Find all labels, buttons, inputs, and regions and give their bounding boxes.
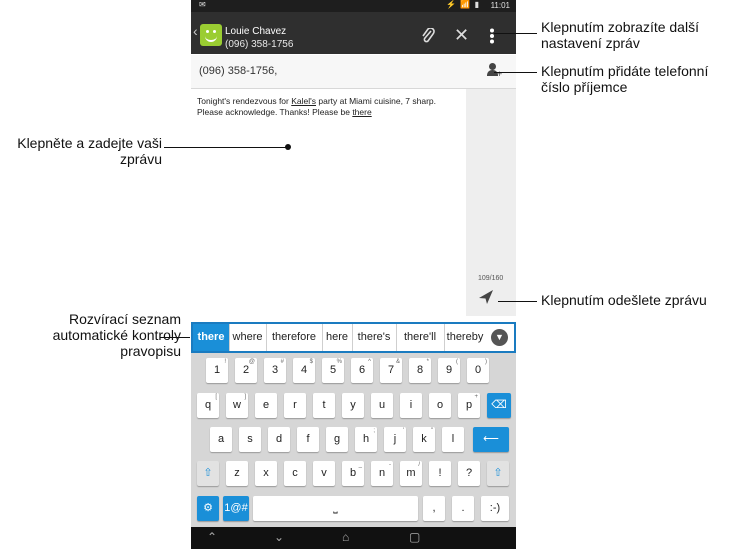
key-z[interactable]: z xyxy=(226,461,248,486)
current-word[interactable]: there xyxy=(352,107,371,117)
suggestion-item[interactable]: thereby xyxy=(444,324,486,351)
key-3[interactable]: 3 # xyxy=(264,358,286,383)
nav-hide-keyboard-icon[interactable]: ⌄ xyxy=(274,530,284,544)
annotation-type-message: Klepněte a zadejte vaši zprávu xyxy=(17,135,162,167)
key-1[interactable]: 1! xyxy=(206,358,228,383)
key-2[interactable]: 2 @ xyxy=(235,358,257,383)
key-i[interactable]: i xyxy=(400,393,422,418)
autocorrect-suggestion-bar: there where therefore here there's there… xyxy=(191,322,516,353)
key-g[interactable]: g xyxy=(326,427,348,452)
recipient-field[interactable]: (096) 358-1756, + xyxy=(191,55,516,89)
contact-name: Louie Chavez xyxy=(225,26,287,37)
contact-avatar-icon[interactable] xyxy=(200,24,222,46)
pointer-dot xyxy=(285,144,291,150)
key-w[interactable]: w] xyxy=(226,393,248,418)
add-recipient-icon[interactable]: + xyxy=(486,63,502,79)
key-![interactable]: ! xyxy=(429,461,451,486)
on-screen-keyboard: 1! 2 @ 3 # 4 $ 5% 6 ^ 7 & 8 * 9( 0) q[ w] e r t y u i o p + ⌫ a s d f g h… xyxy=(191,353,516,527)
key-t[interactable]: t xyxy=(313,393,335,418)
space-key[interactable]: ⎵ xyxy=(253,496,418,521)
enter-key[interactable]: ⟵ xyxy=(473,427,509,452)
key-o[interactable]: o xyxy=(429,393,451,418)
character-counter: 109/160 xyxy=(478,275,504,282)
pointer-line xyxy=(498,301,537,302)
message-text[interactable]: Tonight's rendezvous for Kalel's party a… xyxy=(197,96,462,118)
suggestion-item[interactable]: there's xyxy=(352,324,397,351)
suggestion-dropdown-icon[interactable]: ▼ xyxy=(491,329,508,346)
annotation-autocorrect: Rozvírací seznam automatické kontroly pr… xyxy=(52,311,181,359)
annotation-send: Klepnutím odešlete zprávu xyxy=(541,292,707,308)
suggestion-item[interactable]: here xyxy=(322,324,353,351)
key-f[interactable]: f xyxy=(297,427,319,452)
key-a[interactable]: a xyxy=(210,427,232,452)
key-0[interactable]: 0) xyxy=(467,358,489,383)
comma-key[interactable]: , xyxy=(423,496,445,521)
shift-key[interactable]: ⇧ xyxy=(197,461,219,486)
keyboard-settings-key[interactable]: ⚙ xyxy=(197,496,219,521)
annotation-settings: Klepnutím zobrazíte další nastavení zprá… xyxy=(541,19,699,51)
back-chevron-icon[interactable]: ‹ xyxy=(193,23,198,39)
annotation-add-recipient: Klepnutím přidáte telefonní číslo příjem… xyxy=(541,63,709,95)
navigation-bar: ⌃ ⌄ ⌂ ▢ xyxy=(191,527,516,549)
phone-screen: ✉ ⚡ 📶 ▮ 11:01 ‹ Louie Chavez (096) 358-1… xyxy=(191,0,516,549)
key-k[interactable]: k " xyxy=(413,427,435,452)
key-6[interactable]: 6 ^ xyxy=(351,358,373,383)
key-8[interactable]: 8 * xyxy=(409,358,431,383)
key-?[interactable]: ? xyxy=(458,461,480,486)
key-h[interactable]: h; xyxy=(355,427,377,452)
pointer-line xyxy=(494,72,537,73)
status-icons: ⚡ 📶 ▮ xyxy=(446,0,480,9)
key-u[interactable]: u xyxy=(371,393,393,418)
send-column: 109/160 xyxy=(466,89,516,316)
key-q[interactable]: q[ xyxy=(197,393,219,418)
period-key[interactable]: . xyxy=(452,496,474,521)
key-y[interactable]: y xyxy=(342,393,364,418)
key-x[interactable]: x xyxy=(255,461,277,486)
symbols-key[interactable]: 1@# xyxy=(223,496,249,521)
spellcheck-word[interactable]: Kalel's xyxy=(291,96,316,106)
overflow-menu-icon[interactable] xyxy=(489,28,495,49)
key-c[interactable]: c xyxy=(284,461,306,486)
recipient-value[interactable]: (096) 358-1756, xyxy=(199,65,277,77)
suggestion-item[interactable]: where xyxy=(229,324,267,351)
suggestion-item[interactable]: therefore xyxy=(266,324,323,351)
key-j[interactable]: j ' xyxy=(384,427,406,452)
key-n[interactable]: n- xyxy=(371,461,393,486)
close-icon[interactable]: ✕ xyxy=(454,25,469,46)
emoticon-key[interactable]: :-) xyxy=(481,496,509,521)
key-m[interactable]: m / xyxy=(400,461,422,486)
key-p[interactable]: p + xyxy=(458,393,480,418)
conversation-header: ‹ Louie Chavez (096) 358-1756 ✕ xyxy=(191,12,516,54)
key-5[interactable]: 5% xyxy=(322,358,344,383)
key-9[interactable]: 9( xyxy=(438,358,460,383)
pointer-line xyxy=(160,337,190,338)
suggestion-item[interactable]: there'll xyxy=(396,324,445,351)
key-4[interactable]: 4 $ xyxy=(293,358,315,383)
key-l[interactable]: l xyxy=(442,427,464,452)
key-d[interactable]: d xyxy=(268,427,290,452)
pointer-line xyxy=(164,147,288,148)
pointer-line xyxy=(494,33,537,34)
key-s[interactable]: s xyxy=(239,427,261,452)
contact-number: (096) 358-1756 xyxy=(225,39,294,50)
nav-recent-apps-icon[interactable]: ▢ xyxy=(409,530,420,544)
key-7[interactable]: 7 & xyxy=(380,358,402,383)
suggestion-item[interactable]: there xyxy=(193,324,230,351)
nav-home-icon[interactable]: ⌂ xyxy=(342,530,349,544)
clock: 11:01 xyxy=(490,1,510,10)
key-b[interactable]: b _ xyxy=(342,461,364,486)
paperclip-icon[interactable] xyxy=(421,27,435,49)
status-bar: ✉ ⚡ 📶 ▮ 11:01 xyxy=(191,0,516,12)
message-compose-area[interactable]: Tonight's rendezvous for Kalel's party a… xyxy=(191,89,466,316)
notification-icon: ✉ xyxy=(199,0,206,9)
key-v[interactable]: v xyxy=(313,461,335,486)
backspace-key[interactable]: ⌫ xyxy=(487,393,511,418)
key-e[interactable]: e xyxy=(255,393,277,418)
send-icon[interactable] xyxy=(478,289,494,305)
nav-back-icon[interactable]: ⌃ xyxy=(207,530,217,544)
shift-key-right[interactable]: ⇧ xyxy=(487,461,509,486)
key-r[interactable]: r xyxy=(284,393,306,418)
